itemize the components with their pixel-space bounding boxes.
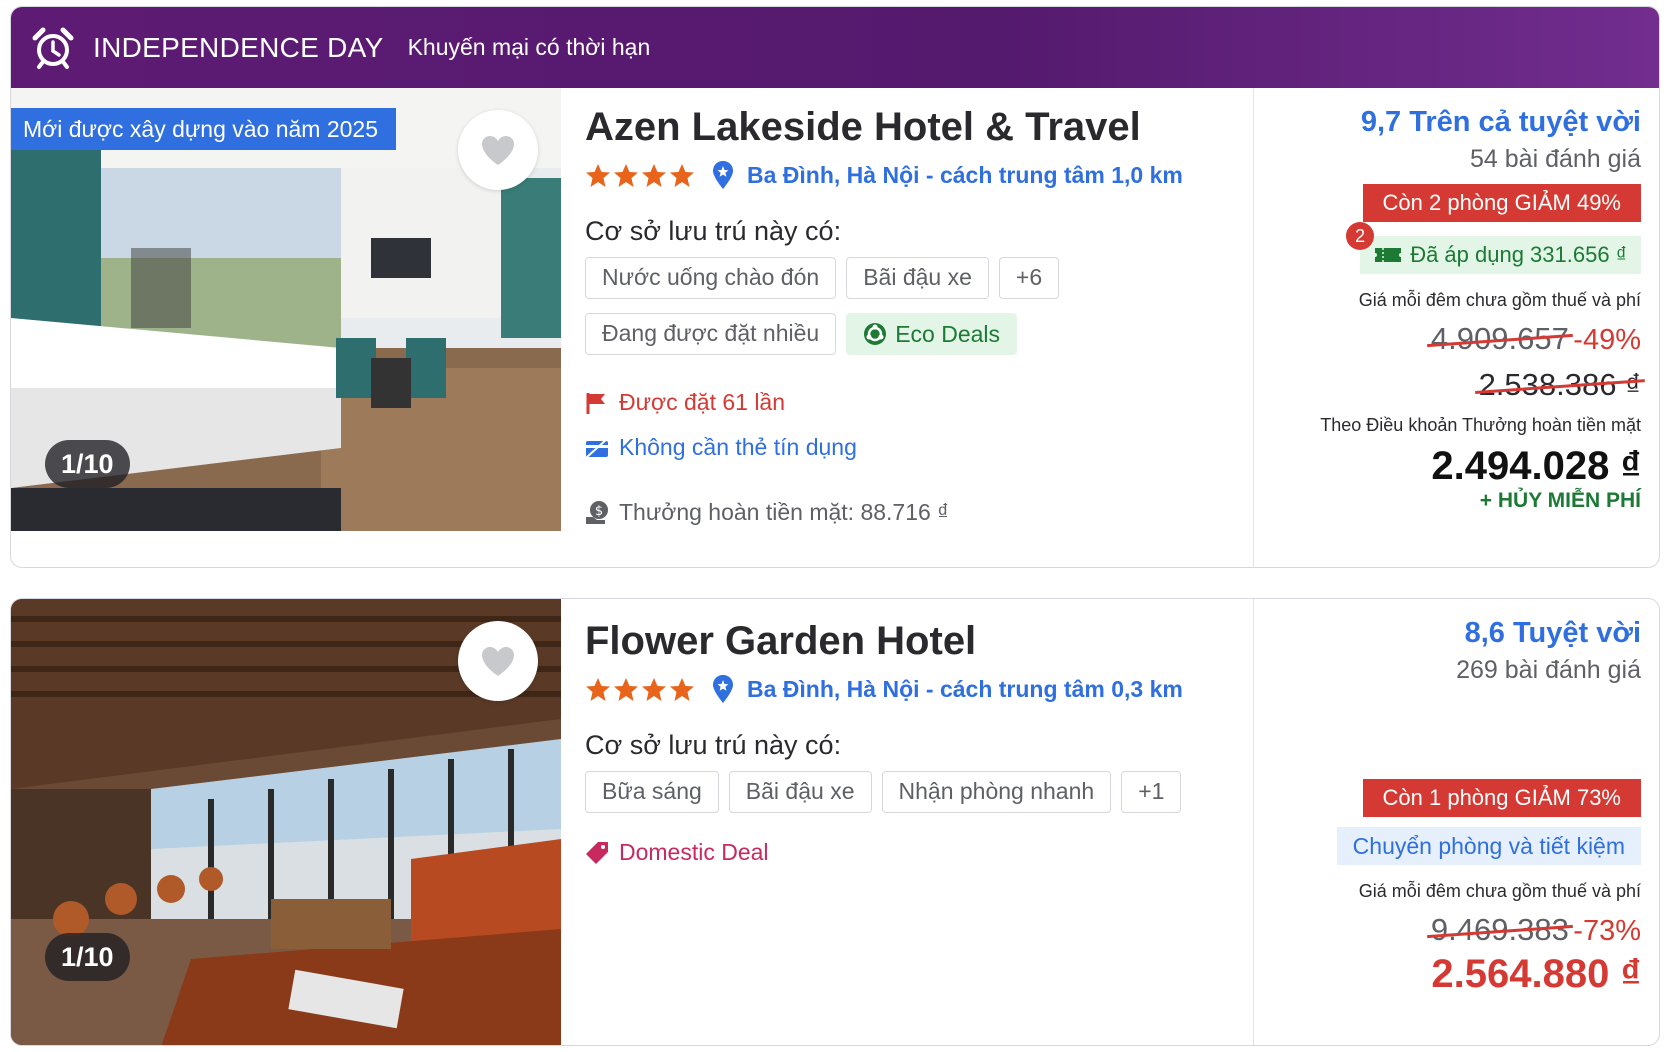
more-amenities-tag[interactable]: +6 [998, 257, 1060, 299]
star-icon [586, 677, 610, 701]
cashback-terms[interactable]: Theo Điều khoản Thưởng hoàn tiền mặt [1320, 415, 1641, 436]
hotel-photo[interactable]: 1/10 [11, 599, 561, 1045]
eco-deals-tag[interactable]: Eco Deals [846, 313, 1018, 355]
per-night-note: Giá mỗi đêm chưa gồm thuế và phí [1358, 290, 1641, 310]
more-amenities-tag[interactable]: +1 [1121, 771, 1182, 813]
new-built-badge: Mới được xây dựng vào năm 2025 [11, 108, 397, 150]
eco-leaf-icon [864, 323, 887, 345]
photo-counter: 1/10 [45, 933, 130, 981]
ticket-icon [1375, 248, 1402, 262]
map-pin-icon [713, 675, 733, 703]
coupon-applied-badge[interactable]: 2 Đã áp dụng 331.656 ₫ [1346, 222, 1641, 274]
photo-counter: 1/10 [45, 440, 130, 488]
review-count[interactable]: 269 bài đánh giá [1456, 656, 1641, 685]
crossed-price: 2.538.386 ₫ [1474, 367, 1645, 403]
credit-card-icon [586, 437, 608, 458]
star-icon [670, 163, 694, 187]
price-panel: 9,7 Trên cả tuyệt vời 54 bài đánh giá Cò… [1253, 88, 1659, 567]
coupon-count-badge: 2 [1346, 222, 1375, 250]
highlight-tags: Đang được đặt nhiều Eco Deals [585, 313, 1185, 355]
transfer-room-badge[interactable]: Chuyển phòng và tiết kiệm [1336, 827, 1641, 865]
no-credit-card: Không cần thẻ tín dụng [585, 434, 1185, 461]
hotel-name-link[interactable]: Azen Lakeside Hotel & Travel [585, 105, 1185, 150]
final-price: 2.494.028 ₫ [1431, 444, 1641, 488]
heart-icon [482, 647, 514, 676]
original-price: 4.909.657 [1426, 321, 1573, 357]
promo-banner: INDEPENDENCE DAY Khuyến mại có thời hạn [11, 7, 1659, 88]
rooms-left-badge: Còn 2 phòng GIẢM 49% [1362, 184, 1641, 222]
star-icon [642, 677, 666, 701]
domestic-deal: Domestic Deal [585, 839, 1225, 866]
coupon-applied-text: Đã áp dụng 331.656 ₫ [1410, 242, 1627, 267]
hotel-card[interactable]: INDEPENDENCE DAY Khuyến mại có thời hạn [10, 6, 1660, 568]
per-night-note: Giá mỗi đêm chưa gồm thuế và phí [1358, 881, 1641, 901]
hotel-info: Azen Lakeside Hotel & Travel Ba Đình, Hà… [585, 105, 1185, 526]
booked-count: Được đặt 61 lần [585, 389, 1185, 416]
hotel-name-link[interactable]: Flower Garden Hotel [585, 619, 1225, 664]
free-cancellation: + HỦY MIỄN PHÍ [1479, 489, 1641, 512]
amenity-tag: Nước uống chào đón [585, 257, 837, 299]
promo-title: INDEPENDENCE DAY [93, 31, 384, 63]
review-score[interactable]: 8,6 Tuyệt vời [1456, 617, 1641, 650]
location-link[interactable]: Ba Đình, Hà Nội - cách trung tâm 0,3 km [747, 676, 1183, 703]
original-price: 9.469.383 [1426, 912, 1573, 948]
discount-percent: -73% [1573, 915, 1641, 947]
star-rating [585, 163, 695, 188]
heart-icon [482, 136, 514, 165]
domestic-deal-text: Domestic Deal [619, 839, 769, 865]
amenities-title: Cơ sở lưu trú này có: [585, 730, 842, 760]
rooms-left-badge: Còn 1 phòng GIẢM 73% [1362, 779, 1641, 817]
discount-percent: -49% [1573, 324, 1641, 356]
review-score[interactable]: 9,7 Trên cả tuyệt vời [1320, 106, 1641, 139]
cashback-icon: $ [586, 500, 608, 524]
eco-deals-label: Eco Deals [895, 320, 1001, 347]
price-panel: 8,6 Tuyệt vời 269 bài đánh giá Còn 1 phò… [1253, 599, 1659, 1045]
booked-text: Được đặt 61 lần [619, 389, 786, 415]
star-icon [614, 163, 638, 187]
final-price: 2.564.880 ₫ [1431, 952, 1641, 996]
favorite-button[interactable] [458, 621, 538, 701]
star-icon [642, 163, 666, 187]
flag-icon [586, 392, 605, 414]
amenity-tag: Bữa sáng [585, 771, 719, 813]
alarm-clock-icon [32, 27, 74, 69]
svg-text:$: $ [595, 504, 603, 519]
star-icon [586, 163, 610, 187]
hotel-card[interactable]: 1/10 Flower Garden Hotel Ba Đình, Hà Nội… [10, 598, 1660, 1046]
star-icon [614, 677, 638, 701]
popular-tag: Đang được đặt nhiều [585, 313, 837, 355]
hotel-photo[interactable]: 1/10 [11, 88, 561, 531]
amenity-tags: Nước uống chào đón Bãi đậu xe +6 [585, 257, 1185, 299]
map-pin-icon [713, 161, 733, 189]
amenity-tag: Bãi đậu xe [846, 257, 989, 299]
amenity-tag: Nhận phòng nhanh [881, 771, 1112, 813]
location-link[interactable]: Ba Đình, Hà Nội - cách trung tâm 1,0 km [747, 162, 1183, 189]
review-count[interactable]: 54 bài đánh giá [1320, 145, 1641, 174]
promo-subtitle: Khuyến mại có thời hạn [407, 34, 651, 60]
star-rating [585, 677, 695, 702]
cashback-text: Thưởng hoàn tiền mặt: 88.716 ₫ [619, 499, 949, 525]
hotel-info: Flower Garden Hotel Ba Đình, Hà Nội - cá… [585, 619, 1225, 866]
price-tag-icon [586, 841, 608, 864]
cashback-info: $ Thưởng hoàn tiền mặt: 88.716 ₫ [585, 499, 1185, 526]
no-credit-card-text: Không cần thẻ tín dụng [619, 434, 857, 460]
amenity-tag: Bãi đậu xe [728, 771, 872, 813]
favorite-button[interactable] [458, 110, 538, 190]
star-icon [670, 677, 694, 701]
amenities-title: Cơ sở lưu trú này có: [585, 216, 842, 246]
amenity-tags: Bữa sáng Bãi đậu xe Nhận phòng nhanh +1 [585, 771, 1225, 813]
